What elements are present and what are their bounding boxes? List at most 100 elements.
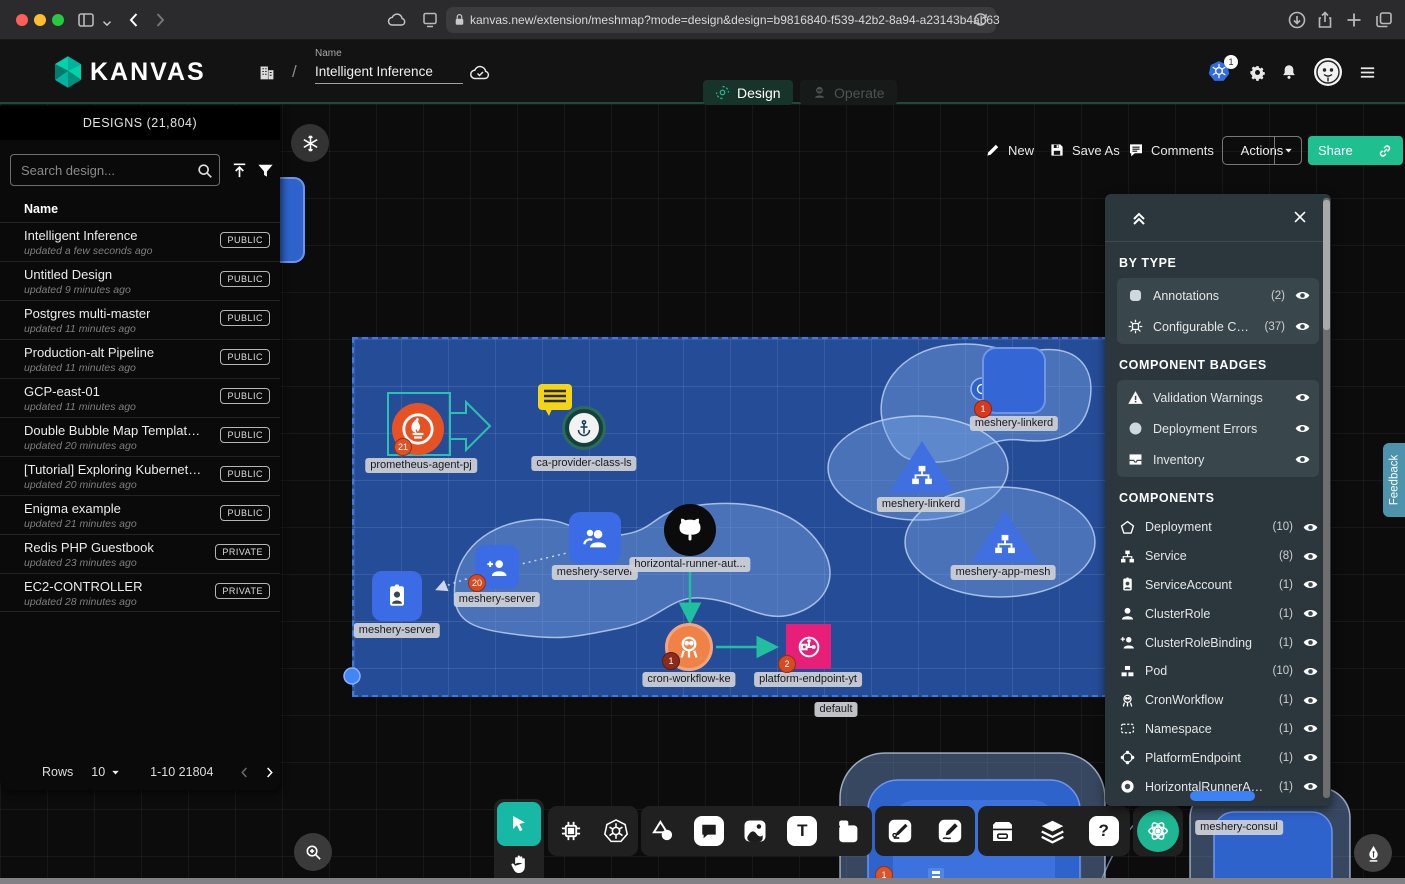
layer-row-annotations[interactable]: Annotations (2) [1117, 280, 1319, 311]
downloads-icon[interactable] [1287, 10, 1307, 30]
comments-button[interactable]: Comments [1128, 135, 1214, 165]
eye-icon[interactable] [1294, 420, 1311, 437]
rows-per-page-select[interactable]: 10 [91, 765, 105, 779]
kubernetes-context-button[interactable]: 1 [1208, 60, 1234, 86]
text-tool-icon[interactable]: T [787, 816, 817, 846]
share-page-icon[interactable] [1315, 10, 1335, 30]
tab-design[interactable]: Design [703, 80, 793, 105]
design-name-input[interactable] [315, 64, 463, 84]
component-row-deployment[interactable]: Deployment (10) [1117, 513, 1319, 542]
badge-row-inventory[interactable]: Inventory [1117, 444, 1319, 475]
design-row[interactable]: EC2-CONTROLLER updated 28 minutes ago PR… [0, 573, 280, 612]
design-row[interactable]: Intelligent Inference updated a few seco… [0, 222, 280, 261]
eye-icon[interactable] [1302, 692, 1319, 709]
rows-caret-icon[interactable] [109, 766, 122, 779]
design-row[interactable]: Postgres multi-master updated 11 minutes… [0, 300, 280, 339]
actions-dropdown-button[interactable] [1274, 136, 1302, 165]
freeze-layout-button[interactable] [291, 124, 329, 162]
filter-icon[interactable] [256, 161, 275, 180]
badge-count[interactable]: 2 [778, 655, 796, 673]
badge-count[interactable]: 21 [394, 438, 412, 456]
image-tool-icon[interactable] [741, 817, 769, 845]
design-row[interactable]: Production-alt Pipeline updated 11 minut… [0, 339, 280, 378]
badge-count[interactable]: 1 [974, 400, 992, 418]
pen-tool-icon[interactable] [886, 817, 914, 845]
notifications-bell-icon[interactable] [1280, 63, 1298, 81]
organization-icon[interactable] [256, 61, 278, 83]
eye-icon[interactable] [1302, 663, 1319, 680]
pan-hand-icon[interactable] [508, 853, 530, 875]
design-row[interactable]: Double Bubble Map Template-copy updated … [0, 417, 280, 456]
layer-row-configurable-components[interactable]: Configurable Components (37) [1117, 311, 1319, 342]
node-meshery-server-top[interactable] [569, 512, 621, 564]
next-page-icon[interactable] [262, 765, 277, 780]
drawer-tool-icon[interactable] [989, 818, 1016, 845]
collapse-double-chevron-icon[interactable] [1129, 208, 1149, 228]
chevron-down-icon[interactable] [100, 13, 114, 33]
new-tab-icon[interactable] [1344, 10, 1364, 30]
component-row-service[interactable]: Service (8) [1117, 542, 1319, 571]
close-window-button[interactable] [16, 14, 28, 26]
save-as-button[interactable]: Save As [1049, 135, 1120, 165]
component-row-clusterrolebinding[interactable]: ClusterRoleBinding (1) [1117, 628, 1319, 657]
minimize-window-button[interactable] [34, 14, 46, 26]
zoom-button[interactable] [294, 833, 332, 871]
back-icon[interactable] [124, 10, 144, 30]
component-row-serviceaccount[interactable]: ServiceAccount (1) [1117, 571, 1319, 600]
help-tool-icon[interactable]: ? [1089, 816, 1119, 846]
eye-icon[interactable] [1302, 519, 1319, 536]
panel-scrollbar-thumb[interactable] [1323, 200, 1330, 330]
eye-icon[interactable] [1302, 720, 1319, 737]
design-row[interactable]: Redis PHP Guestbook updated 23 minutes a… [0, 534, 280, 573]
hamburger-menu-icon[interactable] [1358, 63, 1377, 82]
maximize-window-button[interactable] [52, 14, 64, 26]
component-row-cronworkflow[interactable]: CronWorkflow (1) [1117, 686, 1319, 715]
avatar[interactable] [1314, 58, 1342, 86]
eye-icon[interactable] [1302, 634, 1319, 651]
component-row-clusterrole[interactable]: ClusterRole (1) [1117, 599, 1319, 628]
shapes-tool-icon[interactable] [650, 818, 676, 844]
sidebar-toggle-icon[interactable] [76, 10, 96, 30]
design-row[interactable]: Enigma example updated 21 minutes ago PU… [0, 495, 280, 534]
feedback-tab[interactable]: Feedback [1383, 443, 1405, 517]
cloud-tab-icon[interactable] [386, 9, 408, 31]
eye-icon[interactable] [1294, 287, 1311, 304]
tab-operate[interactable]: Operate [800, 80, 897, 105]
node-github-runner[interactable] [664, 504, 716, 556]
badge-count[interactable]: 1 [662, 652, 680, 670]
reader-icon[interactable] [420, 10, 440, 30]
layers-tool-icon[interactable] [1039, 818, 1066, 845]
clipboard-tool-icon[interactable] [835, 817, 863, 845]
eye-icon[interactable] [1302, 778, 1319, 795]
badge-row-validation-warnings[interactable]: Validation Warnings [1117, 382, 1319, 413]
horizontal-scrollbar-thumb[interactable] [1190, 791, 1255, 801]
badge-count[interactable]: 20 [468, 574, 486, 592]
component-row-namespace[interactable]: Namespace (1) [1117, 715, 1319, 744]
eye-icon[interactable] [1294, 318, 1311, 335]
design-row[interactable]: GCP-east-01 updated 11 minutes ago PUBLI… [0, 378, 280, 417]
select-tool-button[interactable] [497, 802, 541, 846]
new-button[interactable]: New [985, 135, 1034, 165]
eye-icon[interactable] [1302, 605, 1319, 622]
forward-icon[interactable] [150, 10, 170, 30]
annotation-comment-icon[interactable] [538, 384, 572, 410]
kubernetes-tool-icon[interactable] [603, 818, 629, 844]
close-icon[interactable] [1291, 208, 1309, 226]
eye-icon[interactable] [1294, 451, 1311, 468]
badge-row-deployment-errors[interactable]: Deployment Errors [1117, 413, 1319, 444]
settings-gear-icon[interactable] [1248, 63, 1267, 82]
eye-icon[interactable] [1302, 576, 1319, 593]
publish-icon[interactable] [230, 161, 249, 180]
address-bar[interactable]: kanvas.new/extension/meshmap?mode=design… [446, 7, 996, 33]
eye-icon[interactable] [1294, 389, 1311, 406]
design-row[interactable]: Untitled Design updated 9 minutes ago PU… [0, 261, 280, 300]
share-button[interactable]: Share [1308, 136, 1403, 165]
component-row-pod[interactable]: Pod (10) [1117, 657, 1319, 686]
search-input[interactable] [10, 154, 220, 186]
component-row-platformendpoint[interactable]: PlatformEndpoint (1) [1117, 743, 1319, 772]
design-row[interactable]: [Tutorial] Exploring Kubernetes Pod upda… [0, 456, 280, 495]
comment-tool-icon[interactable] [694, 816, 724, 846]
reload-icon[interactable] [972, 11, 989, 28]
column-header-name[interactable]: Name [24, 202, 58, 216]
meshery-extension-button[interactable] [1137, 810, 1179, 852]
